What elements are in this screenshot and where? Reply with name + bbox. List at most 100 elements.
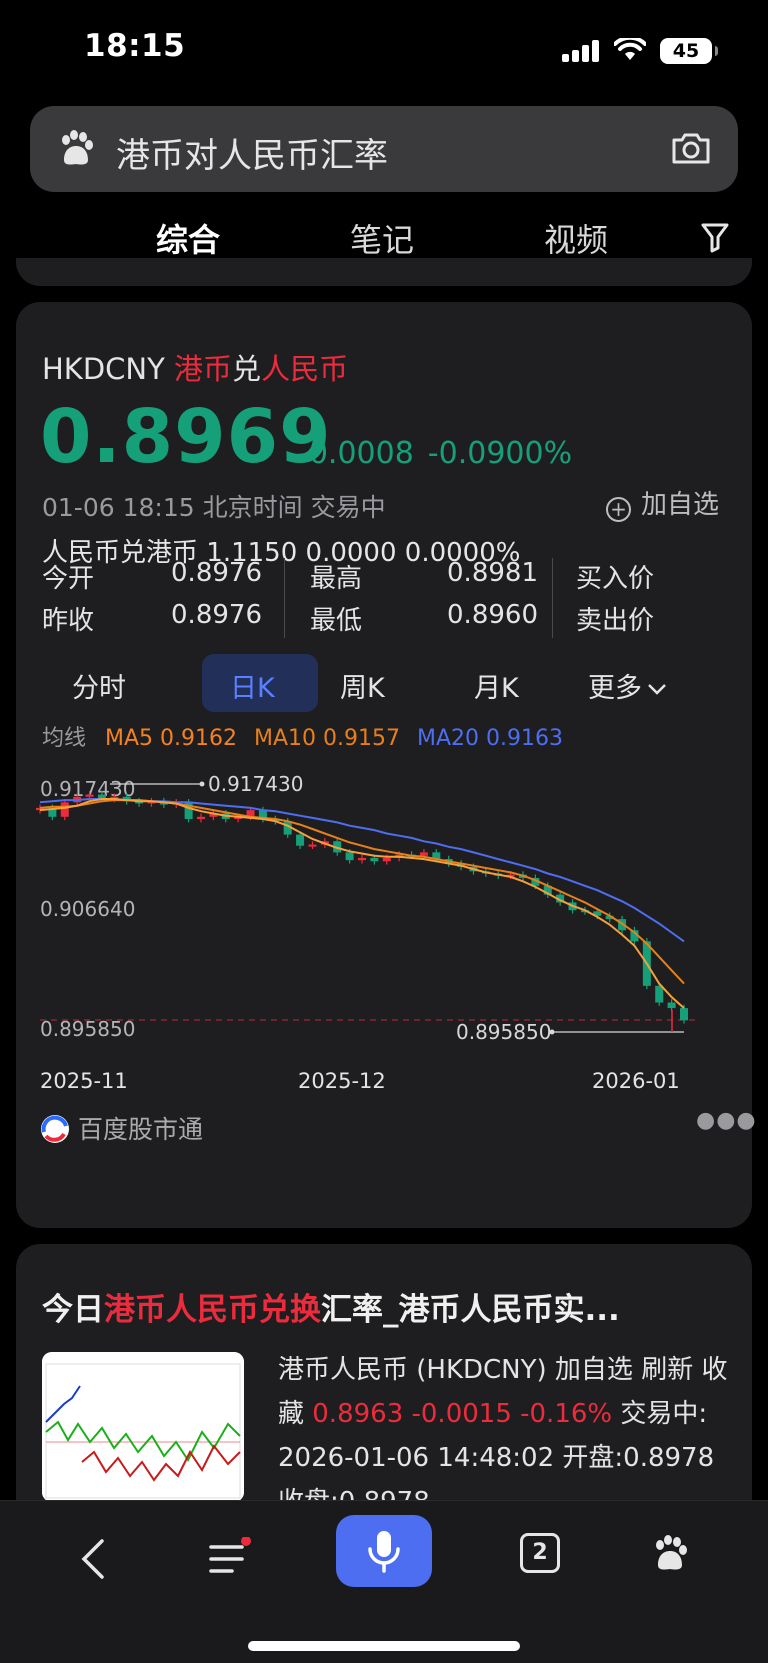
ma5-value: MA5 0.9162 <box>105 726 238 751</box>
article-title-b: 汇率_港币人民币实... <box>321 1292 620 1328</box>
period-more-label: 更多 <box>588 673 642 704</box>
divider <box>552 558 553 638</box>
candle-body <box>308 844 317 847</box>
open-label: 今开 <box>42 564 95 594</box>
camera-icon[interactable] <box>670 128 712 168</box>
candle-body <box>60 802 69 817</box>
candlestick-chart[interactable]: 0.917430 0.906640 0.895850 0.917430 0.895850… <box>16 762 752 1102</box>
back-icon[interactable] <box>78 1537 108 1581</box>
prev-close-value: 0.8976 <box>171 600 262 630</box>
plus-circle-icon: + <box>606 497 631 522</box>
search-query[interactable]: 港币对人民币汇率 <box>116 128 388 177</box>
ma20-value: MA20 0.9163 <box>417 726 564 751</box>
chevron-down-icon <box>648 684 666 695</box>
tabs-count-button[interactable]: 2 <box>520 1533 560 1573</box>
change-value: -0.0008 <box>298 436 414 471</box>
period-monthly-k[interactable]: 月K <box>474 666 519 705</box>
article-title[interactable]: 今日港币人民币兑换汇率_港币人民币实... <box>42 1284 620 1329</box>
previous-card-edge <box>16 258 752 286</box>
more-options-icon[interactable]: ●●● <box>696 1108 757 1133</box>
ma-label: 均线 <box>42 726 87 751</box>
max-marker-dot <box>199 781 205 787</box>
quote-code: HKDCNY <box>42 352 165 386</box>
article-title-a: 今日 <box>42 1292 104 1328</box>
search-bar[interactable]: 港币对人民币汇率 <box>30 106 738 192</box>
open-value: 0.8976 <box>171 558 262 588</box>
divider <box>284 558 285 638</box>
price-change: -0.0008 -0.0900% <box>298 436 572 471</box>
change-percent: -0.0900% <box>427 436 573 471</box>
candle-body <box>296 834 305 846</box>
article-thumbnail-chart <box>42 1352 244 1502</box>
voice-search-button[interactable] <box>336 1515 432 1587</box>
trade-status: 交易中 <box>310 493 386 522</box>
period-tabs: 分时 日K 周K 月K 更多 <box>36 654 736 716</box>
current-price: 0.8969 <box>40 394 332 480</box>
stock-app-logo-icon <box>41 1115 69 1143</box>
quote-stats: 今开 0.8976 昨收 0.8976 最高 0.8981 最低 0.8960 … <box>42 558 732 648</box>
article-title-highlight: 港币人民币兑换 <box>104 1292 321 1328</box>
home-indicator <box>248 1641 520 1651</box>
quote-timezone: 北京时间 <box>202 493 303 522</box>
period-weekly-k[interactable]: 周K <box>340 666 385 705</box>
tab-notes[interactable]: 笔记 <box>350 215 414 261</box>
bid-label: 买入价 <box>576 564 655 594</box>
high-value: 0.8981 <box>447 558 538 588</box>
candle-body <box>345 852 354 861</box>
status-bar: 18:15 45 <box>0 0 768 100</box>
source-attribution[interactable]: 百度股市通 <box>40 1110 203 1146</box>
quote-name-mid: 兑 <box>232 352 262 386</box>
period-daily-k[interactable]: 日K <box>230 666 275 705</box>
candle-body <box>382 857 391 862</box>
source-name: 百度股市通 <box>78 1115 204 1144</box>
max-label: 0.917430 <box>208 772 303 796</box>
candle-body <box>85 794 94 797</box>
candle-body <box>680 1008 688 1021</box>
article-snippet[interactable]: 港币人民币 (HKDCNY) 加自选 刷新 收藏 0.8963 -0.0015 … <box>278 1348 728 1524</box>
period-more[interactable]: 更多 <box>588 666 668 705</box>
tab-comprehensive[interactable]: 综合 <box>156 215 220 261</box>
min-label: 0.895850 <box>456 1020 551 1044</box>
period-intraday[interactable]: 分时 <box>72 666 126 705</box>
prev-close-label: 昨收 <box>42 606 95 636</box>
y-tick-label: 0.895850 <box>40 1017 135 1041</box>
candle-body <box>667 1002 676 1009</box>
high-label: 最高 <box>310 564 363 594</box>
add-favorite-label: 加自选 <box>641 490 720 520</box>
battery-icon: 45 <box>660 38 718 64</box>
low-label: 最低 <box>310 606 363 636</box>
ma-legend: 均线 MA5 0.9162 MA10 0.9157 MA20 0.9163 <box>42 720 573 752</box>
low-value: 0.8960 <box>447 600 538 630</box>
baidu-home-icon[interactable] <box>650 1533 690 1573</box>
y-tick-label: 0.917430 <box>40 777 135 801</box>
candle-body <box>655 985 664 1003</box>
candle-body <box>419 852 428 856</box>
quote-meta: 01-06 18:15 北京时间 交易中 <box>42 488 386 524</box>
ma20-line <box>39 798 685 943</box>
filter-icon[interactable] <box>700 221 730 253</box>
quote-title[interactable]: HKDCNY 港币兑人民币 <box>42 346 348 388</box>
exchange-rate-card[interactable]: HKDCNY 港币兑人民币 0.8969 -0.0008 -0.0900% 01-… <box>16 302 756 1228</box>
microphone-icon <box>368 1531 400 1573</box>
bottom-nav: 2 <box>0 1500 768 1663</box>
article-thumbnail[interactable] <box>42 1352 244 1502</box>
quote-time: 01-06 18:15 <box>42 493 195 522</box>
x-tick-label: 2025-12 <box>298 1069 386 1093</box>
quote-name-a: 港币 <box>174 352 233 386</box>
cellular-signal-icon <box>562 40 600 62</box>
x-tick-label: 2025-11 <box>40 1069 128 1093</box>
candle-body <box>370 857 379 862</box>
candle-body <box>197 816 205 820</box>
ask-label: 卖出价 <box>576 606 655 636</box>
status-time: 18:15 <box>84 28 186 64</box>
y-tick-label: 0.906640 <box>40 897 135 921</box>
x-tick-label: 2026-01 <box>592 1069 680 1093</box>
candle-body <box>358 857 366 861</box>
article-body-price: 0.8963 -0.0015 -0.16% <box>312 1399 613 1429</box>
quote-name-b: 人民币 <box>261 352 349 386</box>
ma10-value: MA10 0.9157 <box>254 726 401 751</box>
wifi-icon <box>614 38 646 60</box>
tab-videos[interactable]: 视频 <box>544 215 608 261</box>
menu-icon[interactable] <box>208 1537 252 1581</box>
add-favorite-button[interactable]: + 加自选 <box>606 484 719 522</box>
